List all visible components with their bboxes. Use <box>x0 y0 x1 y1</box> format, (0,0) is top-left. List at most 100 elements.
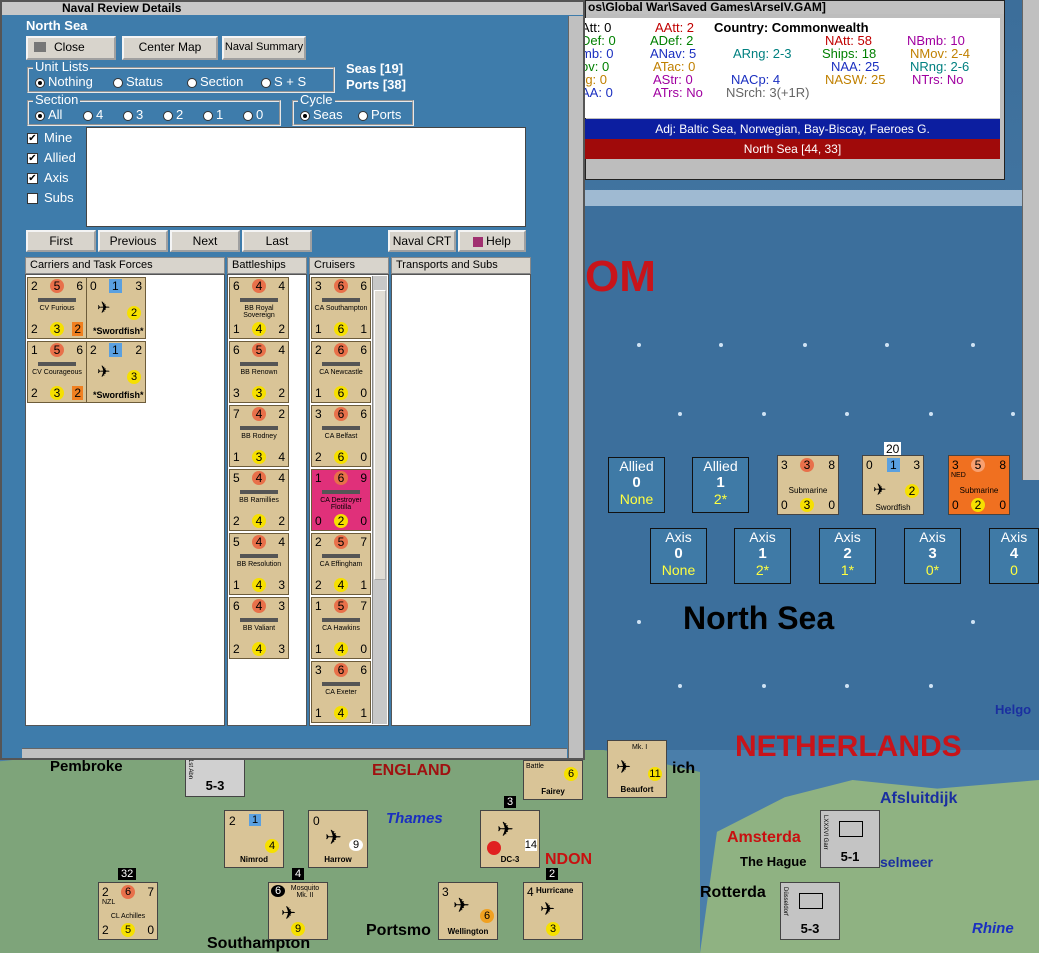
unit-stat: 5 <box>50 279 64 293</box>
axis-box-1[interactable]: Axis 1 2* <box>734 528 791 584</box>
map-unit-dc3[interactable]: ✈ 14 DC-3 <box>480 810 540 868</box>
radio-s-plus-s[interactable]: S + S <box>261 74 306 89</box>
help-button[interactable]: Help <box>458 230 526 252</box>
filter-checkbox-mine[interactable]: ✔ Mine <box>27 130 72 145</box>
unit-stat: 1 <box>109 279 122 293</box>
checkbox-label: Allied <box>44 150 76 165</box>
nation-flag: NED <box>951 472 966 479</box>
last-button[interactable]: Last <box>242 230 312 252</box>
plane-icon: ✈ <box>873 482 887 499</box>
right-scrollbar[interactable] <box>1022 0 1039 480</box>
radio-section[interactable]: Section <box>187 74 243 89</box>
window-vscroll[interactable] <box>568 16 583 758</box>
map-unit-mosquito[interactable]: 6 Mosquito Mk. II ✈ 9 <box>268 882 328 940</box>
allied-box-1[interactable]: Allied 1 2* <box>692 457 749 513</box>
box-label: Allied <box>619 458 654 474</box>
radio-1[interactable]: 1 <box>203 107 223 122</box>
cruiser-counter[interactable]: 3 6 6 CA Belfast 2 6 0 <box>311 405 371 467</box>
unit-stat: 0 <box>999 498 1006 512</box>
box-sub: 0 <box>1010 562 1018 578</box>
radio-nothing[interactable]: Nothing <box>35 74 93 89</box>
filter-checkbox-subs[interactable]: Subs <box>27 190 74 205</box>
cruiser-counter[interactable]: 1 6 9 CA Destroyer Flotilla 0 2 0 <box>311 469 371 531</box>
radio-ports[interactable]: Ports <box>358 107 401 122</box>
filter-checkbox-axis[interactable]: ✔ Axis <box>27 170 69 185</box>
radio-3[interactable]: 3 <box>123 107 143 122</box>
map-unit-fairey[interactable]: Battle 6 Fairey <box>523 760 583 800</box>
axis-box-2[interactable]: Axis 2 1* <box>819 528 876 584</box>
radio-0[interactable]: 0 <box>243 107 263 122</box>
battleship-counter[interactable]: 6 5 4 BB Renown 3 3 2 <box>229 341 289 403</box>
col-header-battleships: Battleships <box>227 257 307 274</box>
map-unit-lxxxvi-garr[interactable]: LXXXVI Garr 5-1 <box>820 810 880 868</box>
axis-box-3[interactable]: Axis 3 0* <box>904 528 961 584</box>
battleship-counter[interactable]: 7 4 2 BB Rodney 1 3 4 <box>229 405 289 467</box>
air-counter-swordfish-2[interactable]: 2 1 2 ✈ 3 *Swordfish* <box>86 341 146 403</box>
radio-icon <box>83 110 93 121</box>
box-value: 1 <box>758 545 767 562</box>
cruiser-counter[interactable]: 3 6 6 CA Exeter 1 4 1 <box>311 661 371 723</box>
axis-box-4[interactable]: Axis 4 0 <box>989 528 1039 584</box>
radio-seas[interactable]: Seas <box>300 107 343 122</box>
unit-stat: 1 <box>315 471 322 485</box>
radio-label: Status <box>126 74 163 89</box>
cruiser-counter[interactable]: 2 6 6 CA Newcastle 1 6 0 <box>311 341 371 403</box>
cruiser-counter[interactable]: 1 5 7 CA Hawkins 1 4 0 <box>311 597 371 659</box>
unit-stat: 0 <box>360 642 367 656</box>
center-map-button[interactable]: Center Map <box>122 36 218 60</box>
unit-stats-panel: Att: 0 AAtt: 2 Country: Commonwealth Def… <box>581 18 1000 118</box>
map-unit-submarine[interactable]: 3 3 8 Submarine 0 3 0 <box>777 455 839 515</box>
radio-4[interactable]: 4 <box>83 107 103 122</box>
battleship-counter[interactable]: 6 4 4 BB Royal Sovereign 1 4 2 <box>229 277 289 339</box>
current-sea-bar: North Sea [44, 33] <box>585 139 1000 159</box>
cruisers-scrollbar[interactable] <box>372 276 387 724</box>
unit-stat: 2 <box>31 386 38 400</box>
box-value: 3 <box>928 545 937 562</box>
battleship-counter[interactable]: 5 4 4 BB Ramillies 2 4 2 <box>229 469 289 531</box>
map-unit-cl-achilles[interactable]: 2 6 7 NZL CL Achilles 2 5 0 <box>98 882 158 940</box>
filter-checkbox-allied[interactable]: ✔ Allied <box>27 150 76 165</box>
unit-stat: 4 <box>334 642 348 656</box>
map-unit-nimrod[interactable]: 2 1 4 Nimrod <box>224 810 284 868</box>
air-counter-swordfish-1[interactable]: 0 1 3 ✈ 2 *Swordfish* <box>86 277 146 339</box>
previous-button[interactable]: Previous <box>98 230 168 252</box>
transports-column[interactable] <box>391 274 531 726</box>
scroll-thumb[interactable] <box>374 290 386 580</box>
unit-name: DC-3 <box>500 855 520 864</box>
map-unit-dusseldorf[interactable]: Düsseldorf 5-3 <box>780 882 840 940</box>
map-unit-harrow[interactable]: 0 ✈ 9 Harrow <box>308 810 368 868</box>
first-button[interactable]: First <box>26 230 96 252</box>
radio-status[interactable]: Status <box>113 74 163 89</box>
carrier-counter-furious[interactable]: 2 5 6 CV Furious 2 3 2 <box>27 277 87 339</box>
map-unit-swordfish[interactable]: 0 1 3 ✈ 2 Swordfish <box>862 455 924 515</box>
ship-icon <box>38 298 76 302</box>
naval-crt-button[interactable]: Naval CRT <box>388 230 456 252</box>
radio-icon <box>113 77 123 88</box>
nation-flag: NZL <box>102 899 116 906</box>
close-button[interactable]: Close <box>26 36 116 60</box>
naval-summary-button[interactable]: Naval Summary <box>222 36 306 60</box>
map-unit-wellington[interactable]: 3 ✈ 6 Wellington <box>438 882 498 940</box>
map-hscroll[interactable] <box>585 190 1022 206</box>
next-button[interactable]: Next <box>170 230 240 252</box>
battleship-counter[interactable]: 5 4 4 BB Resolution 1 4 3 <box>229 533 289 595</box>
unit-list-box[interactable] <box>86 127 526 227</box>
unit-stat: 5 <box>252 343 266 357</box>
checkbox-icon: ✔ <box>27 153 38 165</box>
cruiser-counter[interactable]: 3 6 6 CA Southampton 1 6 1 <box>311 277 371 339</box>
radio-2[interactable]: 2 <box>163 107 183 122</box>
box-sub: None <box>619 491 654 507</box>
allied-box-0[interactable]: Allied 0 None <box>608 457 665 513</box>
unit-stat: 6 <box>334 471 348 485</box>
unit-stat: 4 <box>252 471 266 485</box>
radio-label: Seas <box>313 107 343 122</box>
map-unit-hurricane[interactable]: 4 Hurricane ✈ 3 <box>523 882 583 940</box>
map-unit-ned-submarine[interactable]: 3 5 8 NED Submarine 0 2 0 <box>948 455 1010 515</box>
axis-box-0[interactable]: Axis 0 None <box>650 528 707 584</box>
window-resize-bar[interactable] <box>22 748 567 758</box>
cruiser-counter[interactable]: 2 5 7 CA Effingham 2 4 1 <box>311 533 371 595</box>
radio-all[interactable]: All <box>35 107 62 122</box>
map-unit-beaufort[interactable]: Mk. I ✈ 11 Beaufort <box>607 740 667 798</box>
carrier-counter-courageous[interactable]: 1 5 6 CV Courageous 2 3 2 <box>27 341 87 403</box>
battleship-counter[interactable]: 6 4 3 BB Valiant 2 4 3 <box>229 597 289 659</box>
